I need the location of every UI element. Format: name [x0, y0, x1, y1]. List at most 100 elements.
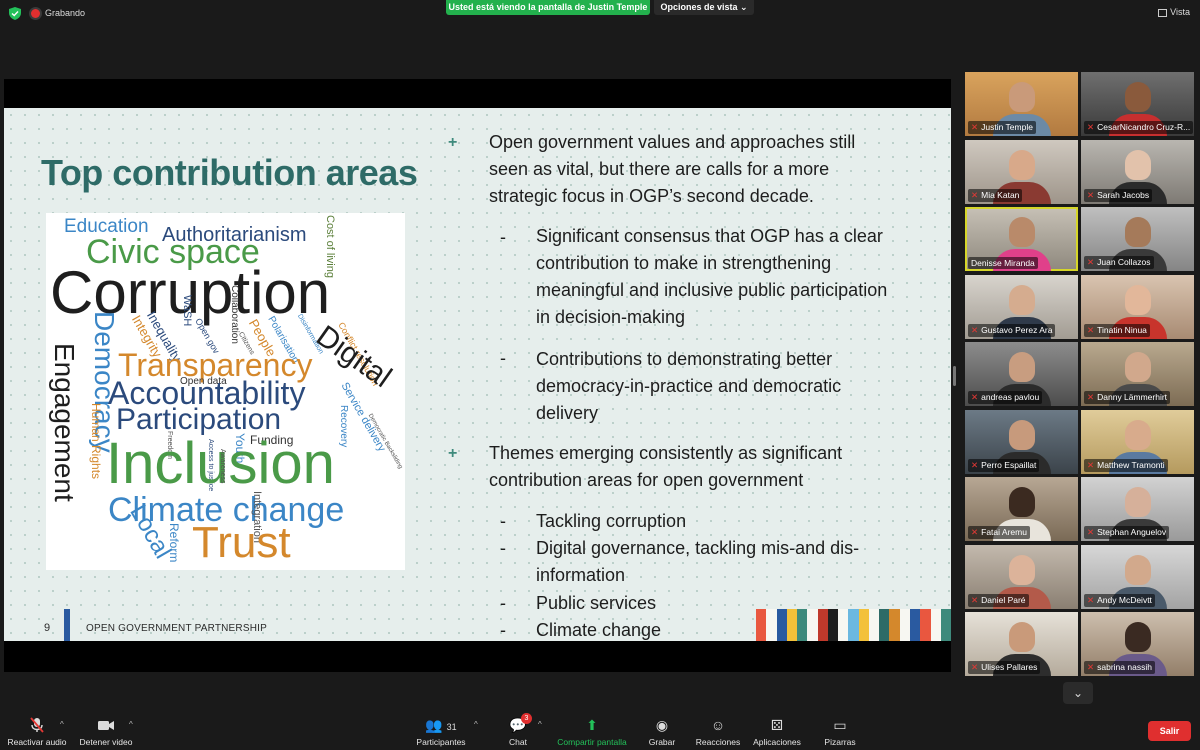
slide-dash: -: [500, 348, 506, 368]
viewing-screen-banner: Usted está viendo la pantalla de Justin …: [446, 0, 650, 15]
participant-tile[interactable]: ✕ sabrina nassih: [1081, 612, 1194, 676]
participants-label: Participantes: [416, 737, 466, 747]
share-screen-button[interactable]: ⬆ Compartir pantalla: [552, 716, 632, 747]
participant-name: Mia Katan: [981, 190, 1020, 200]
participant-tile[interactable]: ✕ Sarah Jacobs: [1081, 140, 1194, 204]
mic-muted-icon: ✕: [971, 190, 979, 200]
participant-tile[interactable]: ✕ Gustavo Perez Ara: [965, 275, 1078, 339]
chevron-down-icon: ⌄: [1072, 686, 1084, 700]
gallery-scroll-down-button[interactable]: ⌄: [1063, 682, 1093, 704]
participant-name: Matthew Tramonti: [1097, 460, 1165, 470]
participant-name: Fatai Aremu: [981, 527, 1027, 537]
participants-icon: 👥: [425, 717, 443, 733]
view-options-button[interactable]: Opciones de vista ⌄: [654, 0, 754, 15]
participant-name: Perro Espaillat: [981, 460, 1037, 470]
mic-muted-icon: ✕: [1087, 662, 1095, 672]
participant-tile[interactable]: ✕ Justin Temple: [965, 72, 1078, 136]
mic-muted-icon: ✕: [1087, 122, 1095, 132]
participant-tile[interactable]: ✕ Matthew Tramonti: [1081, 410, 1194, 474]
unmute-button[interactable]: Reactivar audio: [6, 716, 68, 747]
slide-page-number: 9: [44, 622, 51, 634]
mic-muted-icon: ✕: [971, 325, 979, 335]
mic-muted-icon: ✕: [1087, 190, 1095, 200]
mic-muted-icon: ✕: [971, 527, 979, 537]
mic-muted-icon: ✕: [971, 460, 979, 470]
word-cloud-word: Recovery: [338, 405, 349, 448]
reactions-label: Reacciones: [695, 737, 741, 747]
slide-dash: -: [500, 227, 506, 247]
slide-theme-2: Digital governance, tackling mis-and dis…: [536, 538, 860, 585]
record-button[interactable]: ◉ Grabar: [644, 716, 680, 747]
mic-muted-icon: ✕: [1087, 595, 1095, 605]
smiley-icon: ☺: [710, 717, 726, 733]
participants-button[interactable]: 👥 31 Participantes: [410, 716, 472, 747]
word-cloud-word: WaSH: [181, 295, 193, 327]
mic-muted-icon: ✕: [1087, 527, 1095, 537]
participant-tile-active-speaker[interactable]: Denisse Miranda: [965, 207, 1078, 271]
participant-tile[interactable]: ✕ Andy McDeivtt: [1081, 545, 1194, 609]
word-cloud-word: Engagement: [49, 343, 80, 502]
participant-tile[interactable]: ✕ Tinatin Ninua: [1081, 275, 1194, 339]
participant-name: Justin Temple: [981, 122, 1033, 132]
participant-name: Juan Collazos: [1097, 257, 1151, 267]
participant-tile[interactable]: ✕ Perro Espaillat: [965, 410, 1078, 474]
reactions-button[interactable]: ☺ Reacciones: [694, 716, 742, 747]
slide-bullet-2: Themes emerging consistently as signific…: [489, 443, 843, 490]
participant-tile[interactable]: ✕ Fatai Aremu: [965, 477, 1078, 541]
participant-tile[interactable]: ✕ Stephan Anguelov: [1081, 477, 1194, 541]
video-options-caret[interactable]: ^: [129, 720, 133, 729]
audio-options-caret[interactable]: ^: [60, 720, 64, 729]
meeting-toolbar: Reactivar audio ^ Detener video ^ 👥 31 P…: [0, 708, 1200, 750]
chat-unread-badge: 3: [521, 713, 532, 724]
mic-muted-icon: ✕: [971, 662, 979, 672]
participant-gallery: ✕ Justin Temple ✕ CesarNicandro Cruz-R... …: [962, 72, 1198, 682]
mic-muted-icon: ✕: [1087, 325, 1095, 335]
slide-sub-bullet-1: Significant consensus that OGP has a cle…: [536, 226, 888, 327]
participants-count: 31: [446, 722, 457, 732]
shield-icon[interactable]: [9, 7, 21, 20]
participant-tile[interactable]: ✕ Juan Collazos: [1081, 207, 1194, 271]
footer-accent-bar: [64, 609, 70, 641]
slide-sub-bullet-2: Contributions to demonstrating better de…: [536, 349, 842, 423]
participant-tile[interactable]: ✕ andreas pavlou: [965, 342, 1078, 406]
word-cloud-word: Human Rights: [89, 403, 103, 480]
mic-muted-icon: ✕: [971, 122, 979, 132]
participant-name: Andy McDeivtt: [1097, 595, 1152, 605]
participant-name: Tinatin Ninua: [1097, 325, 1147, 335]
participant-name: Denisse Miranda: [971, 258, 1035, 268]
slide-bullet-1: Open government values and approaches st…: [489, 132, 856, 206]
participant-name: sabrina nassih: [1097, 662, 1152, 672]
slide-dash: -: [500, 538, 506, 558]
meeting-top-bar: Grabando Usted está viendo la pantalla d…: [0, 0, 1200, 28]
record-label: Grabar: [648, 737, 676, 747]
participant-name: Danny Lämmerhirt: [1097, 392, 1168, 402]
apps-button[interactable]: ⚄ Aplicaciones: [750, 716, 804, 747]
participant-tile[interactable]: ✕ Danny Lämmerhirt: [1081, 342, 1194, 406]
stop-video-button[interactable]: Detener video: [76, 716, 136, 747]
participant-tile[interactable]: ✕ CesarNicandro Cruz-R...: [1081, 72, 1194, 136]
recording-icon: [31, 9, 40, 18]
whiteboard-icon: ▭: [833, 717, 847, 733]
slide-footer-org: OPEN GOVERNMENT PARTNERSHIP: [86, 623, 267, 634]
record-icon: ◉: [655, 717, 669, 733]
participant-tile[interactable]: ✕ Ulises Pallares: [965, 612, 1078, 676]
mic-muted-icon: ✕: [971, 392, 979, 402]
bullet-plus-icon: +: [448, 134, 458, 151]
participants-options-caret[interactable]: ^: [474, 720, 478, 729]
slide-dash: -: [500, 620, 506, 640]
footer-color-stripes: [756, 609, 951, 641]
share-screen-icon: ⬆: [586, 717, 598, 733]
slide-title: Top contribution areas: [41, 152, 418, 193]
leave-meeting-button[interactable]: Salir: [1148, 721, 1191, 741]
participant-tile[interactable]: ✕ Mia Katan: [965, 140, 1078, 204]
participant-name: Sarah Jacobs: [1097, 190, 1150, 200]
panel-resize-handle[interactable]: [953, 366, 956, 386]
chat-options-caret[interactable]: ^: [538, 720, 542, 729]
participant-name: Gustavo Perez Ara: [981, 325, 1053, 335]
view-button[interactable]: Vista: [1158, 7, 1190, 17]
word-cloud-word: Reform: [167, 523, 181, 563]
whiteboards-button[interactable]: ▭ Pizarras: [822, 716, 858, 747]
presentation-slide: Top contribution areas Education Authori…: [4, 108, 951, 641]
bullet-plus-icon: +: [448, 445, 458, 462]
participant-tile[interactable]: ✕ Daniel Paré: [965, 545, 1078, 609]
